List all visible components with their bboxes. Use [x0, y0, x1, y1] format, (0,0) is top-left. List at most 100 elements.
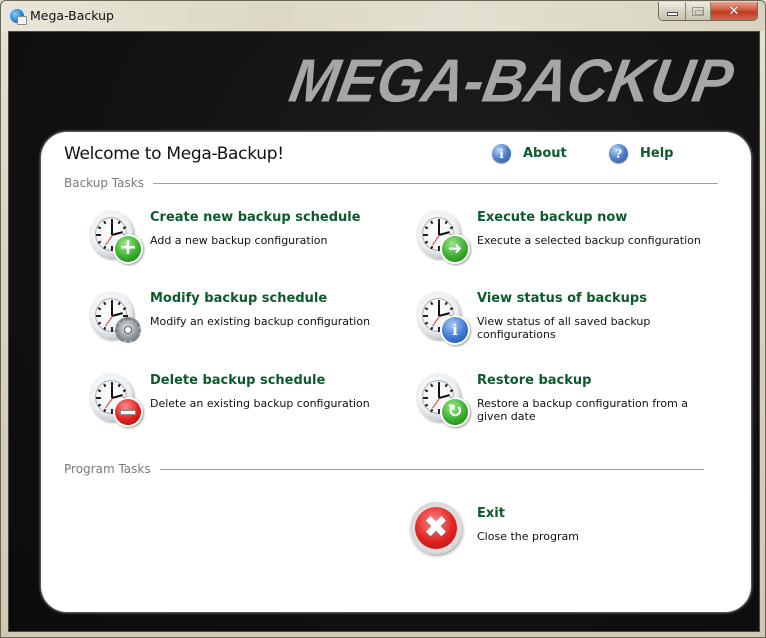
clock-tick [97, 240, 102, 244]
app-window: Mega-Backup ✕ MEGA-BACKUP Welcome to Meg… [0, 0, 766, 638]
clock-tick [430, 301, 434, 306]
task-title[interactable]: View status of backups [477, 291, 647, 306]
clock-tick [438, 382, 440, 387]
clock-tick [449, 389, 454, 393]
clock-tick [430, 220, 434, 225]
task-description: Delete an existing backup configuration [150, 397, 370, 410]
clock-tick [103, 383, 107, 388]
clock-tick [111, 327, 113, 332]
banner-logo: MEGA-BACKUP [284, 46, 738, 116]
clock-tick [111, 382, 113, 387]
gear-icon [115, 317, 141, 343]
clock-tick [96, 315, 101, 317]
clock-tick [111, 409, 113, 414]
arrow-right-icon: ➜ [442, 236, 468, 262]
clock-tick [97, 403, 102, 407]
plus-icon: + [115, 236, 141, 262]
clock-tick [111, 219, 113, 224]
clock-tick [444, 301, 448, 306]
clock-tick [103, 245, 107, 250]
clock-info-icon: i [412, 287, 468, 343]
help-label: Help [640, 146, 674, 161]
clock-tick [103, 301, 107, 306]
info-icon: i [442, 317, 468, 343]
clock-tick [97, 321, 102, 325]
task-restore-backup[interactable]: ↻ Restore backup Restore a backup config… [412, 369, 712, 431]
clock-tick [430, 383, 434, 388]
about-link[interactable]: i About [492, 144, 567, 163]
clock-tick [430, 326, 434, 331]
caption-buttons: ✕ [658, 2, 758, 21]
restore-icon: ↻ [442, 399, 468, 425]
clock-tick [423, 315, 428, 317]
exit-icon-wrap: ✖ [410, 502, 466, 558]
clock-tick [117, 220, 121, 225]
task-title[interactable]: Execute backup now [477, 210, 627, 225]
main-panel: Welcome to Mega-Backup! i About ? Help B… [41, 132, 751, 612]
clock-tick [424, 403, 429, 407]
clock-tick [103, 408, 107, 413]
clock-tick [423, 234, 428, 236]
clock-restore-icon: ↻ [412, 369, 468, 425]
task-view-status[interactable]: i View status of backups View status of … [412, 287, 712, 349]
task-modify-backup-schedule[interactable]: Modify backup schedule Modify an existin… [85, 287, 385, 349]
clock-delete-icon [85, 369, 141, 425]
clock-tick [444, 220, 448, 225]
task-description: Restore a backup configuration from a gi… [477, 397, 689, 423]
clock-add-icon: + [85, 206, 141, 262]
program-tasks-header: Program Tasks [64, 462, 704, 476]
clock-tick [424, 307, 429, 311]
program-tasks-label: Program Tasks [64, 462, 151, 476]
clock-settings-icon [85, 287, 141, 343]
task-description: View status of all saved backup configur… [477, 315, 651, 341]
clock-tick [438, 409, 440, 414]
task-title[interactable]: Restore backup [477, 373, 591, 388]
about-label: About [523, 146, 567, 161]
maximize-button[interactable] [686, 2, 711, 20]
task-title[interactable]: Delete backup schedule [150, 373, 325, 388]
clock-tick [97, 307, 102, 311]
task-exit[interactable]: ✖ Exit Close the program [410, 502, 710, 564]
clock-tick [438, 219, 440, 224]
task-create-backup-schedule[interactable]: + Create new backup schedule Add a new b… [85, 206, 385, 268]
task-title[interactable]: Create new backup schedule [150, 210, 361, 225]
clock-tick [111, 300, 113, 305]
clock-tick [97, 226, 102, 230]
app-globe-icon [10, 9, 27, 25]
clock-tick [438, 300, 440, 305]
minus-icon [115, 399, 141, 425]
clock-run-icon: ➜ [412, 206, 468, 262]
clock-tick [122, 226, 127, 230]
task-title[interactable]: Modify backup schedule [150, 291, 327, 306]
exit-icon: ✖ [410, 502, 462, 554]
clock-tick [424, 240, 429, 244]
clock-tick [423, 397, 428, 399]
clock-tick [438, 327, 440, 332]
task-title[interactable]: Exit [477, 506, 505, 521]
section-divider [159, 468, 704, 470]
maximize-icon [692, 6, 704, 16]
clock-tick [117, 383, 121, 388]
clock-tick [96, 234, 101, 236]
help-link[interactable]: ? Help [609, 144, 673, 163]
window-title: Mega-Backup [30, 8, 114, 23]
welcome-heading: Welcome to Mega-Backup! [64, 144, 284, 164]
clock-tick [122, 307, 127, 311]
task-execute-backup-now[interactable]: ➜ Execute backup now Execute a selected … [412, 206, 712, 268]
clock-tick [111, 246, 113, 251]
clock-tick [449, 226, 454, 230]
clock-tick [449, 307, 454, 311]
backup-tasks-header: Backup Tasks [64, 176, 718, 190]
clock-tick [117, 301, 121, 306]
close-button[interactable]: ✕ [711, 2, 757, 20]
task-description: Execute a selected backup configuration [477, 234, 701, 247]
clock-tick [430, 408, 434, 413]
clock-tick [444, 383, 448, 388]
minimize-icon [666, 12, 678, 16]
task-delete-backup-schedule[interactable]: Delete backup schedule Delete an existin… [85, 369, 385, 431]
task-description: Add a new backup configuration [150, 234, 328, 247]
minimize-button[interactable] [659, 2, 686, 20]
close-icon: ✕ [728, 3, 740, 19]
title-bar[interactable]: Mega-Backup ✕ [1, 1, 765, 31]
info-icon: i [492, 144, 511, 163]
